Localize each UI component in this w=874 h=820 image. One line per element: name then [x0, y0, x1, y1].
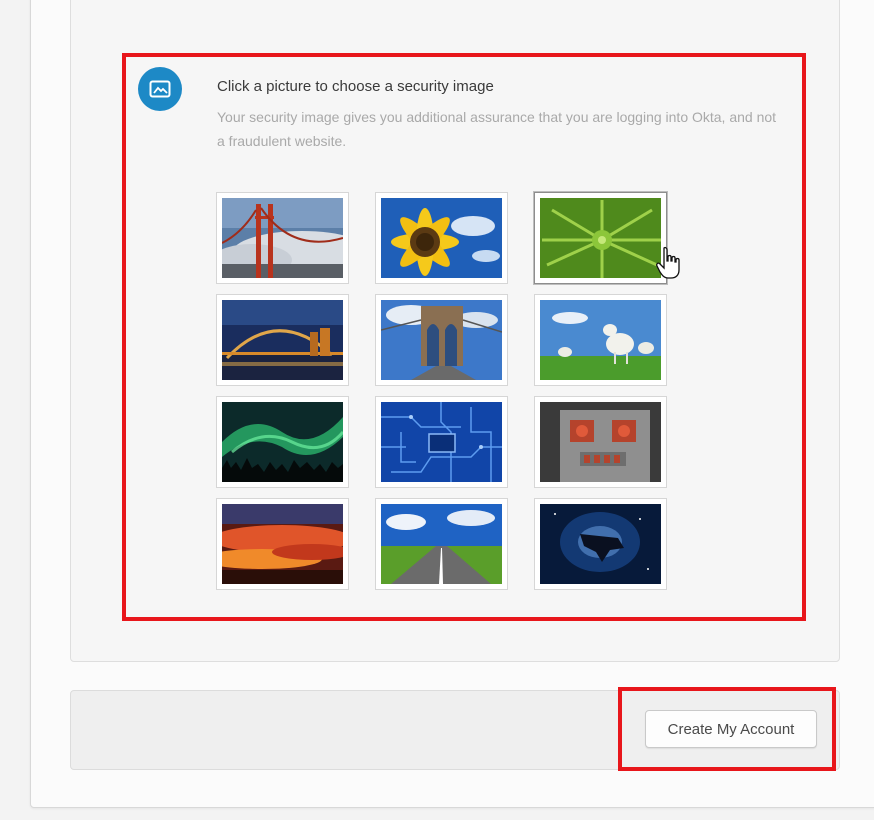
security-image-highlight — [122, 53, 806, 621]
create-button-highlight — [618, 687, 836, 771]
